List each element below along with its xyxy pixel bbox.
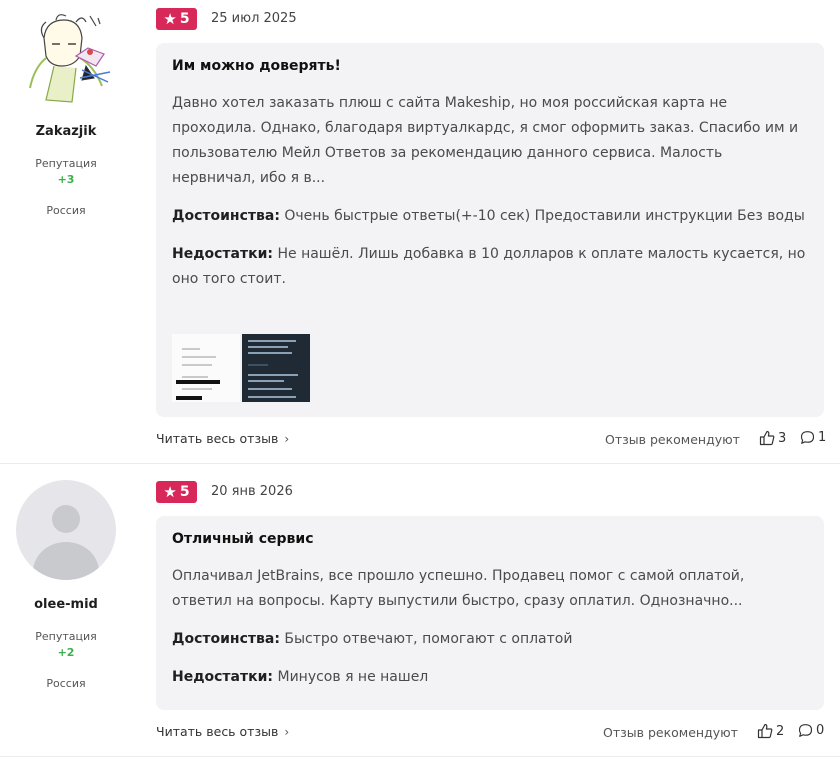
thumbs-up-icon xyxy=(757,723,773,739)
comments-button[interactable]: 1 xyxy=(800,430,826,445)
recommend-label: Отзыв рекомендуют xyxy=(603,725,738,740)
pros-label: Достоинства: xyxy=(172,208,280,224)
like-button[interactable]: 2 xyxy=(757,723,784,739)
comment-icon xyxy=(800,431,815,444)
rating-value: 5 xyxy=(179,11,190,27)
comments-count: 0 xyxy=(816,723,825,738)
review-title[interactable]: Отличный сервис xyxy=(172,531,808,547)
review-photo-thumbnail[interactable] xyxy=(172,334,240,402)
star-icon: ★ xyxy=(163,9,177,28)
reputation-value: +3 xyxy=(57,173,75,186)
review-cons: Недостатки: Минусов я не нашел xyxy=(172,665,808,690)
reputation-value: +2 xyxy=(57,646,75,659)
review-title[interactable]: Им можно доверять! xyxy=(172,58,808,74)
recommend-label: Отзыв рекомендуют xyxy=(605,432,740,447)
review-pros: Достоинства: Очень быстрые ответы(+-10 с… xyxy=(172,204,808,229)
review-date: 25 июл 2025 xyxy=(211,11,297,26)
review-card[interactable]: Отличный сервис Оплачивал JetBrains, все… xyxy=(156,516,824,710)
star-icon: ★ xyxy=(163,482,177,501)
review-cons: Недостатки: Не нашёл. Лишь добавка в 10 … xyxy=(172,242,808,292)
review-photos xyxy=(172,334,310,402)
review-photo-thumbnail[interactable] xyxy=(242,334,310,402)
review-item: olee-mid Репутация +2 Россия ★ 5 20 янв … xyxy=(0,464,840,757)
default-avatar-icon xyxy=(52,505,80,533)
like-button[interactable]: 3 xyxy=(759,430,786,446)
pros-text: Быстро отвечают, помогают с оплатой xyxy=(284,631,573,647)
pros-label: Достоинства: xyxy=(172,631,280,647)
avatar-drawing-icon xyxy=(29,14,111,103)
rating-value: 5 xyxy=(179,484,190,500)
chevron-right-icon: › xyxy=(284,431,290,446)
reputation-label: Репутация xyxy=(35,630,97,643)
thumbs-up-icon xyxy=(759,430,775,446)
author-country: Россия xyxy=(46,677,86,690)
author-nickname[interactable]: Zakazjik xyxy=(0,124,132,139)
read-full-review-link[interactable]: Читать весь отзыв › xyxy=(156,431,289,446)
likes-count: 3 xyxy=(778,430,787,446)
likes-count: 2 xyxy=(776,723,785,739)
reputation-label: Репутация xyxy=(35,157,97,170)
rating-badge: ★ 5 xyxy=(156,481,197,503)
read-full-review-link[interactable]: Читать весь отзыв › xyxy=(156,724,289,739)
author-country: Россия xyxy=(46,204,86,217)
cons-text: Минусов я не нашел xyxy=(277,669,429,685)
review-date: 20 янв 2026 xyxy=(211,484,293,499)
pros-text: Очень быстрые ответы(+-10 сек) Предостав… xyxy=(284,208,805,224)
user-avatar[interactable] xyxy=(16,8,116,108)
review-pros: Достоинства: Быстро отвечают, помогают с… xyxy=(172,627,808,652)
cons-label: Недостатки: xyxy=(172,246,274,262)
author-nickname[interactable]: olee-mid xyxy=(0,597,132,612)
cons-label: Недостатки: xyxy=(172,669,274,685)
review-item: Zakazjik Репутация +3 Россия ★ 5 25 июл … xyxy=(0,0,840,464)
read-full-label: Читать весь отзыв xyxy=(156,724,279,739)
comments-count: 1 xyxy=(818,430,827,445)
rating-badge: ★ 5 xyxy=(156,8,197,30)
user-avatar[interactable] xyxy=(16,480,116,580)
comment-icon xyxy=(798,724,813,737)
chevron-right-icon: › xyxy=(284,724,290,739)
comments-button[interactable]: 0 xyxy=(798,723,824,738)
review-text: Давно хотел заказать плюш с сайта Makesh… xyxy=(172,95,799,186)
review-text: Оплачивал JetBrains, все прошло успешно.… xyxy=(172,568,745,609)
read-full-label: Читать весь отзыв xyxy=(156,431,279,446)
